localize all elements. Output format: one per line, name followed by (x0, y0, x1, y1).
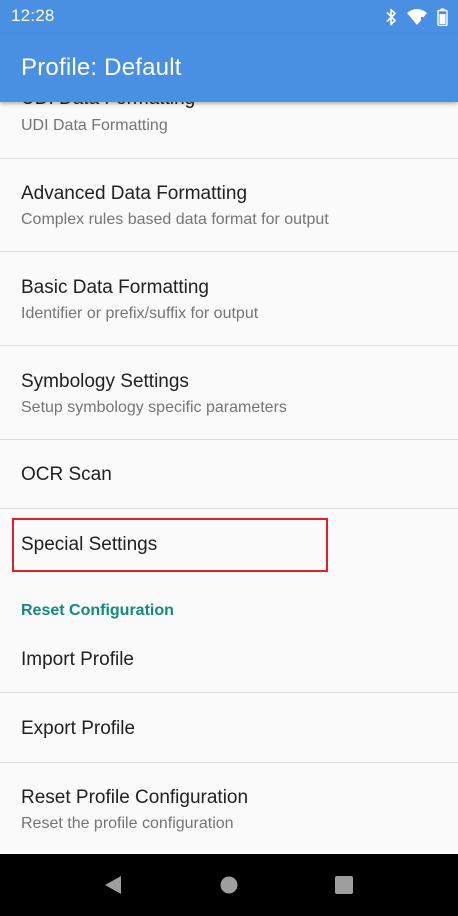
pref-reset-profile-configuration[interactable]: Reset Profile Configuration Reset the pr… (0, 763, 458, 854)
home-icon[interactable] (218, 874, 240, 896)
pref-import-profile[interactable]: Import Profile (0, 623, 458, 692)
navigation-bar (0, 854, 458, 916)
status-icons (385, 6, 448, 28)
pref-title: Export Profile (21, 718, 136, 739)
pref-title: Advanced Data Formatting (21, 183, 248, 204)
wifi-icon (406, 8, 428, 26)
battery-icon (437, 8, 448, 26)
status-bar: 12:28 (0, 0, 458, 34)
pref-title: Reset Profile Configuration (21, 787, 249, 808)
pref-summary: Setup symbology specific parameters (21, 399, 287, 416)
status-time: 12:28 (11, 6, 55, 25)
bluetooth-icon (385, 8, 397, 26)
pref-summary: Reset the profile configuration (21, 815, 234, 832)
pref-title: Symbology Settings (21, 371, 189, 392)
pref-ocr-scan[interactable]: OCR Scan (0, 440, 458, 508)
pref-symbology-settings[interactable]: Symbology Settings Setup symbology speci… (0, 346, 458, 439)
pref-special-settings[interactable]: Special Settings (0, 509, 458, 579)
pref-title: Basic Data Formatting (21, 277, 209, 298)
pref-title: Import Profile (21, 649, 134, 670)
pref-summary: Complex rules based data format for outp… (21, 211, 329, 228)
pref-basic-data-formatting[interactable]: Basic Data Formatting Identifier or pref… (0, 252, 458, 345)
phone-screen: 12:28 Profile: Default UDI Data Formatti… (0, 0, 458, 916)
pref-title: OCR Scan (21, 464, 112, 485)
page-title: Profile: Default (21, 54, 182, 81)
pref-summary: Identifier or prefix/suffix for output (21, 305, 259, 322)
category-header-reset-configuration: Reset Configuration (21, 602, 174, 619)
pref-summary: UDI Data Formatting (21, 117, 168, 134)
pref-export-profile[interactable]: Export Profile (0, 693, 458, 762)
back-icon[interactable] (102, 874, 124, 896)
pref-udi-data-formatting[interactable]: UDI Data Formatting UDI Data Formatting (0, 102, 458, 158)
preferences-list: UDI Data Formatting UDI Data Formatting … (0, 102, 458, 854)
pref-title: UDI Data Formatting (21, 102, 195, 110)
pref-advanced-data-formatting[interactable]: Advanced Data Formatting Complex rules b… (0, 159, 458, 251)
pref-title: Special Settings (21, 534, 158, 555)
app-bar: Profile: Default (0, 34, 458, 102)
recents-icon[interactable] (333, 874, 355, 896)
